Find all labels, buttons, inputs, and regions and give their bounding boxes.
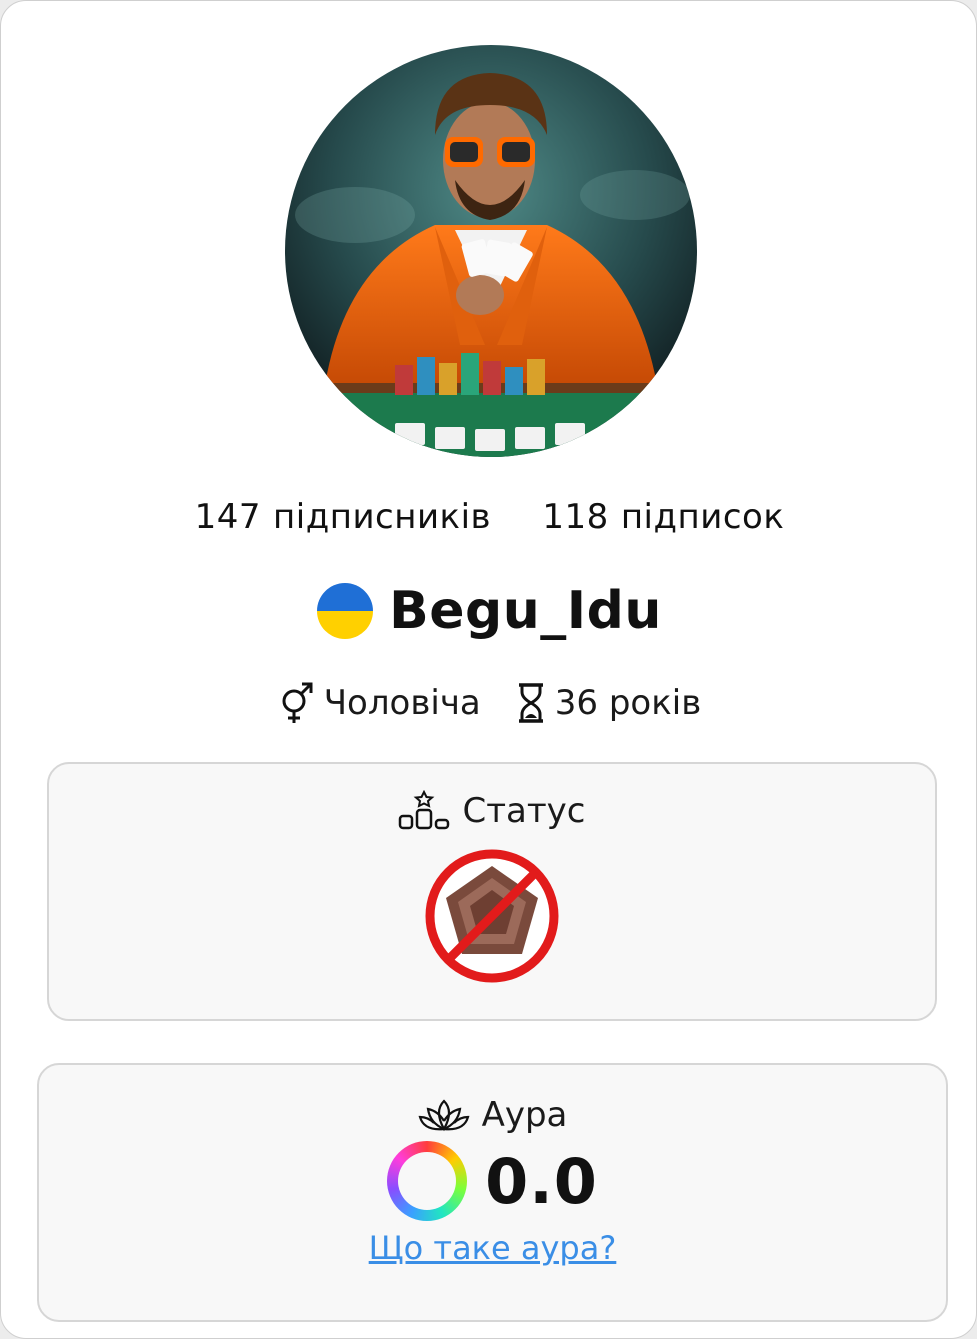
aura-help-link[interactable]: Що таке аура? <box>39 1229 946 1267</box>
gender-label: Чоловіча <box>323 683 481 723</box>
hourglass-icon <box>518 683 543 723</box>
aura-value: 0.0 <box>485 1144 598 1218</box>
profile-avatar[interactable] <box>285 45 697 457</box>
status-header: Статус <box>49 790 935 832</box>
aura-title: Аура <box>481 1095 568 1135</box>
followers-label: підписників <box>273 497 492 537</box>
follow-stats: 147 підписників 118 підписок <box>1 497 976 537</box>
followers-count[interactable]: 147 підписників <box>195 497 491 537</box>
status-title: Статус <box>462 791 586 831</box>
following-count[interactable]: 118 підписок <box>542 497 784 537</box>
aura-card: Аура 0.0 Що таке аура? <box>37 1063 948 1322</box>
username-row: Begu_Idu <box>1 581 976 641</box>
age-info: 36 років <box>517 682 701 724</box>
username: Begu_Idu <box>389 581 662 641</box>
profile-meta: Чоловіча 36 років <box>1 681 976 725</box>
lotus-icon <box>418 1099 470 1132</box>
no-status-badge-icon[interactable] <box>422 846 562 986</box>
aura-header: Аура <box>39 1095 946 1135</box>
profile-page: 147 підписників 118 підписок Begu_Idu Чоло… <box>0 0 977 1339</box>
aura-ring-icon <box>387 1141 468 1221</box>
podium-icon <box>399 790 450 830</box>
age-label: 36 років <box>554 683 702 723</box>
aura-score: 0.0 <box>39 1141 946 1221</box>
gender-info: Чоловіча <box>278 681 481 725</box>
following-label: підписок <box>620 497 785 537</box>
ukraine-flag-icon <box>317 583 374 639</box>
following-number: 118 <box>542 497 609 537</box>
status-card: Статус <box>47 762 937 1021</box>
avatar-image <box>285 45 697 457</box>
followers-number: 147 <box>194 497 262 537</box>
gender-icon <box>282 682 313 723</box>
